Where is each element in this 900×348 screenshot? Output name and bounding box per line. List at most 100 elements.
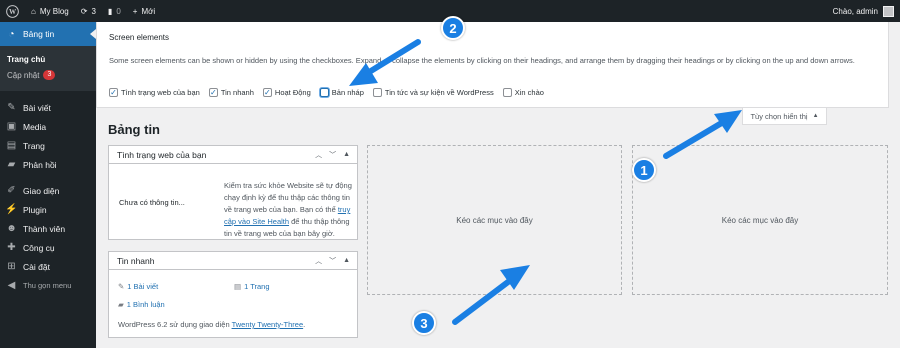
glance-posts[interactable]: ✎ 1 Bài viết (118, 282, 158, 291)
sidebar-item-label: Công cụ (23, 242, 55, 253)
widget-header[interactable]: Tình trạng web của bạn ︿ ﹀ ▲ (109, 146, 357, 164)
glance-comments-link[interactable]: 1 Bình luận (127, 300, 165, 309)
sidebar-item-label: Thành viên (23, 223, 66, 234)
drop-zone-label: Kéo các mục vào đây (456, 215, 533, 225)
option-activity[interactable]: ✓ Hoạt Động (262, 88, 311, 97)
checkbox-checked-icon[interactable]: ✓ (109, 88, 118, 97)
annotation-marker-2: 2 (441, 16, 465, 40)
screen-options-panel: Screen elements Some screen elements can… (96, 22, 889, 108)
glance-theme-end: . (303, 320, 306, 329)
annotation-marker-1: 1 (632, 158, 656, 182)
chevron-up-icon[interactable]: ︿ (315, 150, 322, 160)
screen-options-heading: Screen elements (109, 33, 170, 42)
annotation-marker-3: 3 (412, 311, 436, 335)
widget-title: Tin nhanh (117, 255, 155, 266)
home-icon: ⌂ (31, 6, 36, 16)
sidebar-item-label: Plugin (23, 204, 47, 215)
sidebar-item-dashboard[interactable]: ◔ Bảng tin (0, 22, 96, 46)
annotation-number: 1 (640, 162, 648, 178)
at-a-glance-widget: Tin nhanh ︿ ﹀ ▲ ✎ 1 Bài viết ▤ 1 Trang ▰ 1 … (108, 251, 358, 338)
option-at-a-glance[interactable]: ✓ Tin nhanh (208, 88, 254, 97)
media-icon: ▣ (6, 121, 17, 132)
option-drafts[interactable]: Bản nháp (319, 88, 364, 97)
annotation-number: 2 (449, 20, 457, 36)
widget-header[interactable]: Tin nhanh ︿ ﹀ ▲ (109, 252, 357, 270)
glance-comments[interactable]: ▰ 1 Bình luận (118, 300, 165, 309)
option-label: Xin chào (514, 88, 544, 97)
updates-count: 3 (91, 6, 96, 16)
plugin-icon: ⚡ (5, 204, 18, 215)
sidebar-item-label: Media (23, 121, 47, 132)
svg-text:W: W (9, 8, 17, 16)
screen-options-checkboxes: ✓ Tình trạng web của bạn ✓ Tin nhanh ✓ Hoạt… (109, 88, 544, 97)
option-label: Tin tức và sự kiện về WordPress (384, 88, 494, 97)
chevron-down-icon[interactable]: ﹀ (329, 256, 336, 266)
option-site-health[interactable]: ✓ Tình trạng web của bạn (109, 88, 200, 97)
chevron-down-icon[interactable]: ﹀ (329, 150, 336, 160)
annotation-number: 3 (420, 315, 428, 331)
caret-up-icon[interactable]: ▲ (343, 151, 350, 158)
theme-link[interactable]: Twenty Twenty-Three (232, 320, 304, 329)
caret-up-icon[interactable]: ▲ (343, 257, 350, 264)
collapse-menu-button[interactable]: ◀ Thu gọn menu (0, 276, 96, 295)
sidebar-item-posts[interactable]: ✎ Bài viết (0, 98, 96, 117)
option-wordpress-news[interactable]: Tin tức và sự kiện về WordPress (372, 88, 494, 97)
admin-sidebar: ◔ Bảng tin Trang chủ Cập nhật 3 ✎ Bài viết… (0, 22, 96, 348)
settings-icon: ⊞ (7, 261, 16, 272)
sidebar-item-tools[interactable]: ✚ Công cụ (0, 238, 96, 257)
site-health-status: Chưa có thông tin... (119, 198, 185, 207)
sidebar-item-label: Bài viết (23, 102, 51, 113)
chevron-up-icon[interactable]: ︿ (315, 256, 322, 266)
drop-zone[interactable]: Kéo các mục vào đây (367, 145, 622, 295)
comment-icon: ▰ (7, 159, 16, 170)
comment-icon: ▮ (107, 6, 113, 16)
updates-link[interactable]: ⟳ 3 (75, 0, 102, 22)
submenu-home-label: Trang chủ (7, 55, 46, 64)
glance-pages[interactable]: ▤ 1 Trang (234, 282, 270, 291)
option-welcome[interactable]: Xin chào (502, 88, 544, 97)
new-content-link[interactable]: + Mới (127, 0, 161, 22)
updates-badge: 3 (43, 70, 56, 80)
dashboard-submenu: Trang chủ Cập nhật 3 (0, 46, 96, 91)
option-label: Tình trạng web của bạn (121, 88, 200, 97)
glance-posts-link[interactable]: 1 Bài viết (127, 282, 158, 291)
checkbox-checked-icon[interactable]: ✓ (208, 88, 218, 97)
page-title: Bảng tin (108, 122, 160, 137)
sidebar-item-users[interactable]: ☻ Thành viên (0, 219, 96, 238)
submenu-updates[interactable]: Cập nhật 3 (0, 67, 96, 83)
sidebar-item-label: Trang (23, 140, 45, 151)
site-health-description: Kiểm tra sức khỏe Website sẽ tự động chạ… (224, 180, 352, 240)
comments-link[interactable]: ▮ 0 (102, 0, 127, 22)
submenu-updates-label: Cập nhật (7, 70, 40, 80)
drop-zone[interactable]: Kéo các mục vào đây (632, 145, 888, 295)
site-name: My Blog (39, 6, 69, 16)
site-name-link[interactable]: ⌂ My Blog (25, 0, 75, 22)
dashboard-icon: ◔ (8, 28, 15, 40)
sidebar-item-plugins[interactable]: ⚡ Plugin (0, 200, 96, 219)
screen-options-description: Some screen elements can be shown or hid… (109, 56, 855, 65)
glance-pages-link[interactable]: 1 Trang (244, 282, 269, 291)
option-label: Hoạt Động (274, 88, 311, 97)
sidebar-item-pages[interactable]: ▤ Trang (0, 136, 96, 155)
sidebar-item-appearance[interactable]: ✐ Giao diện (0, 181, 96, 200)
updates-icon: ⟳ (80, 6, 88, 16)
checkbox-icon[interactable] (502, 88, 512, 97)
submenu-home[interactable]: Trang chủ (0, 52, 96, 67)
wordpress-logo-icon[interactable]: W (0, 0, 25, 22)
screen-options-toggle-label: Tùy chọn hiển thị (750, 111, 808, 121)
sidebar-item-settings[interactable]: ⊞ Cài đặt (0, 257, 96, 276)
arrow-head-1 (714, 110, 742, 133)
sidebar-item-comments[interactable]: ▰ Phản hồi (0, 155, 96, 174)
checkbox-icon[interactable] (372, 88, 382, 97)
collapse-icon: ◀ (7, 280, 16, 291)
page-icon: ▤ (6, 140, 17, 151)
screen-options-toggle[interactable]: Tùy chọn hiển thị ▲ (742, 108, 827, 125)
new-label: Mới (141, 6, 156, 16)
account-menu[interactable]: Chào, admin (832, 5, 900, 17)
greeting: Chào, admin (832, 6, 878, 16)
caret-up-icon: ▲ (812, 113, 819, 119)
checkbox-checked-icon[interactable]: ✓ (262, 88, 272, 97)
checkbox-icon[interactable] (319, 88, 329, 97)
sidebar-item-media[interactable]: ▣ Media (0, 117, 96, 136)
plus-icon: + (132, 6, 138, 16)
